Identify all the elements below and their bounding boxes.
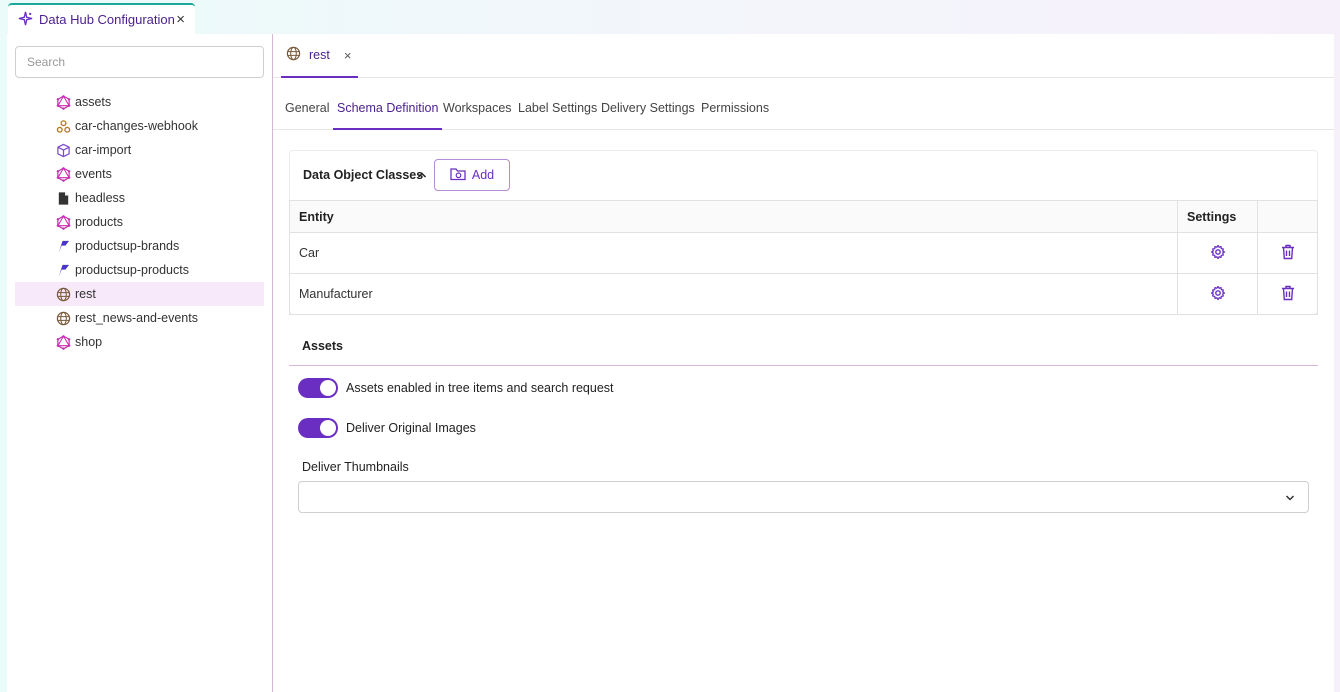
table-row: Car [289,232,1318,274]
deliver-original-toggle[interactable] [298,418,338,438]
sidebar-item-rest[interactable]: rest [15,282,264,306]
data-object-classes-panel: Data Object Classes Add Entity Settings [289,150,1318,315]
sidebar-item-label: shop [75,335,103,349]
search-input[interactable] [15,46,264,78]
sidebar-item-label: assets [75,95,112,109]
chevron-down-icon [1284,492,1296,507]
gear-icon[interactable] [1177,273,1258,315]
globe-icon [55,310,71,326]
assets-enabled-label: Assets enabled in tree items and search … [346,381,614,395]
sidebar-item-label: productsup-products [75,263,189,277]
globe-icon [286,46,301,64]
document-tab-close-icon[interactable]: × [344,48,352,63]
entity-cell: Car [289,232,1178,274]
sidebar-item-rest_news-and-events[interactable]: rest_news-and-events [15,306,264,330]
trash-icon[interactable] [1257,232,1318,274]
table-header-row: Entity Settings [289,200,1318,233]
chevron-up-icon[interactable] [416,169,428,184]
sidebar-item-assets[interactable]: assets [15,90,264,114]
sidebar-item-label: car-import [75,143,132,157]
column-header-entity: Entity [289,200,1178,233]
productsup-icon [55,238,71,254]
file-icon [55,190,71,206]
sidebar-item-products[interactable]: products [15,210,264,234]
folder-add-icon [450,167,466,184]
assets-section-header: Assets [289,330,1318,366]
assets-enabled-row: Assets enabled in tree items and search … [298,378,614,398]
tab-general[interactable]: General [281,88,333,130]
graphql-icon [55,214,71,230]
sidebar-item-label: headless [75,191,126,205]
graphql-icon [55,166,71,182]
gear-icon[interactable] [1177,232,1258,274]
data-hub-sparkle-icon [18,11,33,29]
main-panel: rest × General Schema Definition Workspa… [273,34,1334,692]
sidebar-item-car-changes-webhook[interactable]: car-changes-webhook [15,114,264,138]
document-tabs: rest × [273,34,1334,78]
graphql-icon [55,334,71,350]
assets-enabled-toggle[interactable] [298,378,338,398]
table-row: Manufacturer [289,273,1318,315]
app-tab-title: Data Hub Configuration [39,12,175,27]
deliver-thumbnails-select[interactable] [298,481,1309,513]
sidebar-item-label: rest [75,287,96,301]
sub-tabs: General Schema Definition Workspaces Lab… [273,88,1334,130]
tab-permissions[interactable]: Permissions [697,88,773,130]
cube-icon [55,142,71,158]
config-tree: assets car-changes-webhook car-import event… [15,90,264,354]
sidebar: assets car-changes-webhook car-import event… [7,34,273,692]
tab-schema-definition[interactable]: Schema Definition [333,88,443,130]
deliver-original-row: Deliver Original Images [298,418,476,438]
sidebar-item-label: events [75,167,112,181]
trash-icon[interactable] [1257,273,1318,315]
panel-header: Data Object Classes Add [290,151,1317,201]
document-tab-rest[interactable]: rest × [281,34,358,78]
sidebar-item-shop[interactable]: shop [15,330,264,354]
globe-icon [55,286,71,302]
sidebar-item-label: products [75,215,123,229]
sidebar-item-label: car-changes-webhook [75,119,198,133]
sidebar-item-car-import[interactable]: car-import [15,138,264,162]
graphql-icon [55,94,71,110]
tab-label-settings[interactable]: Label Settings [514,88,601,130]
sidebar-item-label: rest_news-and-events [75,311,198,325]
document-tab-label: rest [309,48,330,62]
add-button-label: Add [471,168,495,182]
sidebar-item-productsup-brands[interactable]: productsup-brands [15,234,264,258]
productsup-icon [55,262,71,278]
tab-delivery-settings[interactable]: Delivery Settings [597,88,699,130]
assets-title: Assets [302,339,343,353]
tab-workspaces[interactable]: Workspaces [439,88,516,130]
sidebar-item-label: productsup-brands [75,239,180,253]
column-header-actions [1257,200,1318,233]
webhook-icon [55,118,71,134]
add-class-button[interactable]: Add [434,159,510,191]
deliver-original-label: Deliver Original Images [346,421,476,435]
deliver-thumbnails-label: Deliver Thumbnails [302,460,409,474]
panel-title: Data Object Classes [303,168,424,182]
sidebar-item-events[interactable]: events [15,162,264,186]
classes-table: Entity Settings Car Manufacturer [289,200,1318,315]
app-tab-close-icon[interactable]: × [176,11,185,28]
app-tab[interactable]: Data Hub Configuration × [8,3,195,34]
sidebar-item-headless[interactable]: headless [15,186,264,210]
entity-cell: Manufacturer [289,273,1178,315]
config-window: assets car-changes-webhook car-import event… [7,34,1334,692]
sidebar-item-productsup-products[interactable]: productsup-products [15,258,264,282]
column-header-settings: Settings [1177,200,1258,233]
